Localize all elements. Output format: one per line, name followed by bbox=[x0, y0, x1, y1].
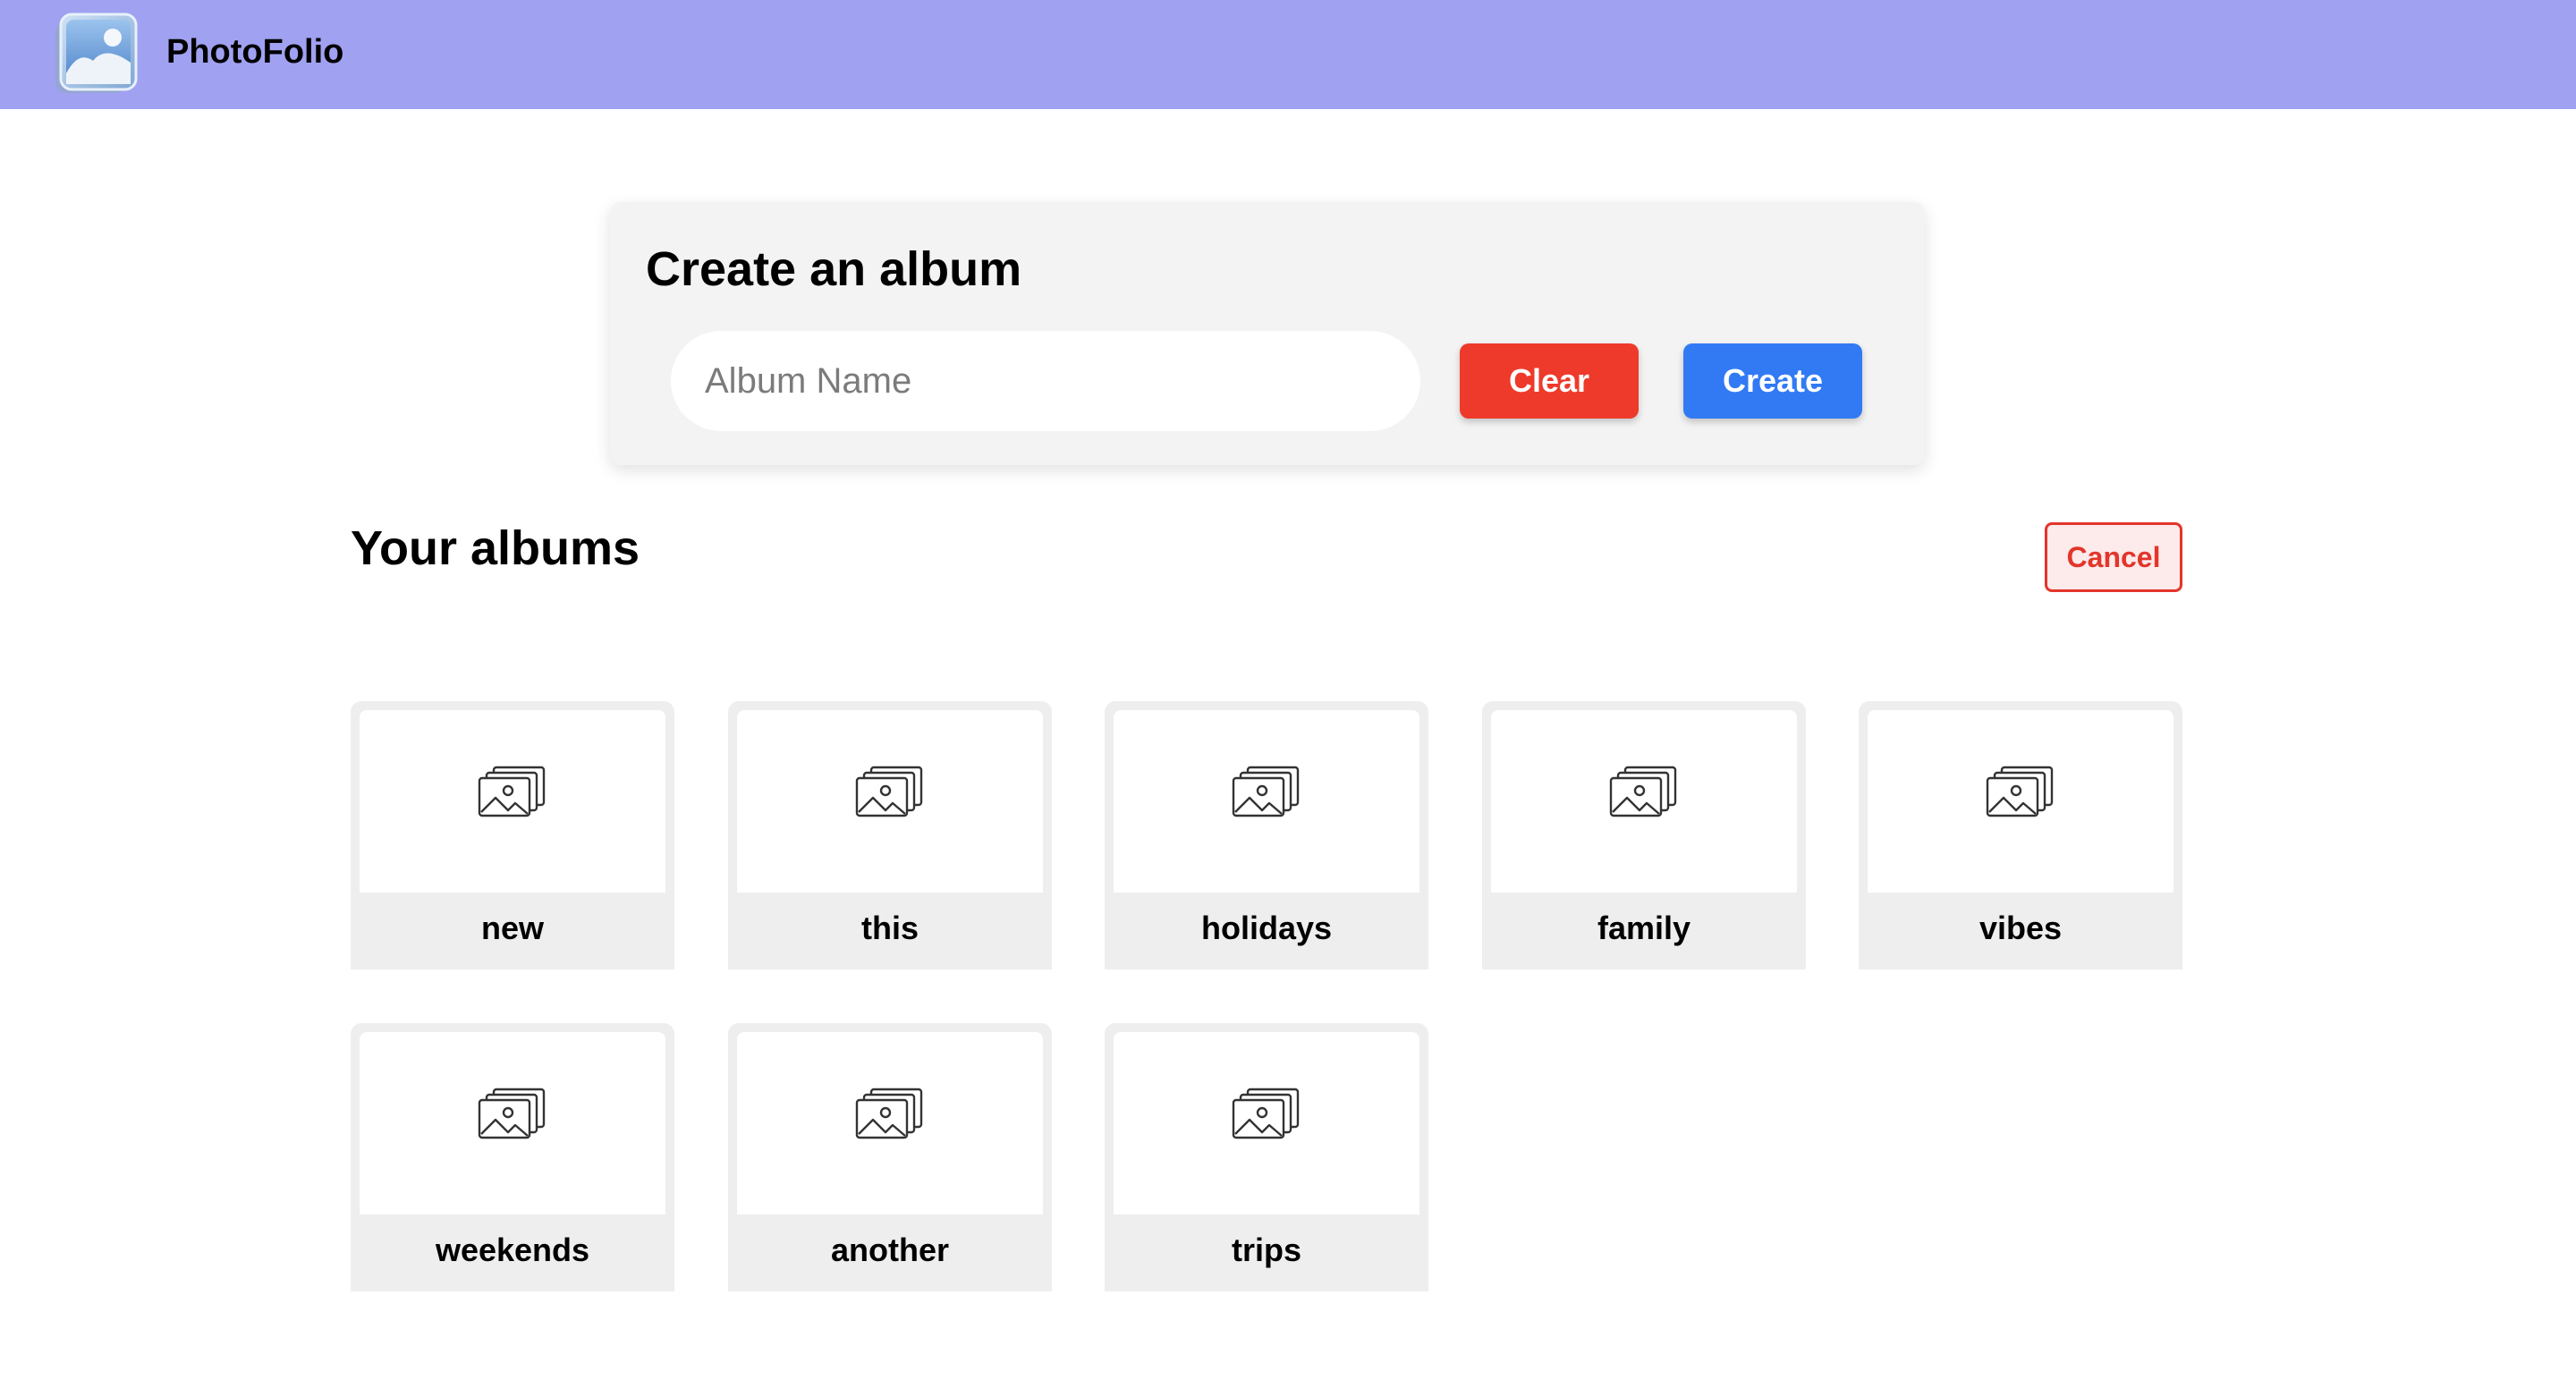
photo-stack-logo-icon[interactable] bbox=[52, 11, 140, 97]
album-name: new bbox=[480, 910, 544, 946]
album-card[interactable]: family bbox=[1482, 701, 1806, 969]
album-thumbnail bbox=[1868, 710, 2174, 893]
album-name: vibes bbox=[1979, 910, 2063, 946]
album-card[interactable]: new bbox=[351, 701, 674, 969]
album-thumbnail bbox=[1114, 710, 1419, 893]
navbar: PhotoFolio bbox=[0, 0, 2576, 109]
images-stack-icon bbox=[1232, 1088, 1301, 1146]
album-card[interactable]: weekends bbox=[351, 1023, 674, 1291]
images-stack-icon bbox=[478, 766, 547, 824]
brand-name[interactable]: PhotoFolio bbox=[166, 0, 343, 109]
create-button[interactable]: Create bbox=[1683, 343, 1862, 419]
images-stack-icon bbox=[1232, 766, 1301, 824]
album-name-input[interactable] bbox=[671, 331, 1420, 431]
album-name: another bbox=[830, 1232, 949, 1268]
album-thumbnail bbox=[360, 710, 665, 893]
images-stack-icon bbox=[1609, 766, 1679, 824]
album-name: weekends bbox=[435, 1232, 590, 1268]
album-name: trips bbox=[1231, 1232, 1301, 1268]
images-stack-icon bbox=[478, 1088, 547, 1146]
album-card[interactable]: vibes bbox=[1859, 701, 2182, 969]
album-thumbnail bbox=[360, 1032, 665, 1215]
album-name: family bbox=[1597, 910, 1691, 946]
create-album-title: Create an album bbox=[646, 242, 1022, 296]
album-name: this bbox=[860, 910, 919, 946]
images-stack-icon bbox=[855, 766, 925, 824]
album-thumbnail bbox=[1491, 710, 1797, 893]
album-thumbnail bbox=[737, 1032, 1043, 1215]
album-name: holidays bbox=[1200, 910, 1333, 946]
album-card[interactable]: this bbox=[728, 701, 1052, 969]
album-card[interactable]: holidays bbox=[1105, 701, 1428, 969]
album-card[interactable]: trips bbox=[1105, 1023, 1428, 1291]
images-stack-icon bbox=[1986, 766, 2055, 824]
create-album-form: Create an album Clear Create bbox=[610, 202, 1925, 465]
album-thumbnail bbox=[737, 710, 1043, 893]
images-stack-icon bbox=[855, 1088, 925, 1146]
album-card[interactable]: another bbox=[728, 1023, 1052, 1291]
cancel-button[interactable]: Cancel bbox=[2045, 522, 2182, 592]
album-thumbnail bbox=[1114, 1032, 1419, 1215]
clear-button[interactable]: Clear bbox=[1460, 343, 1639, 419]
your-albums-title: Your albums bbox=[351, 521, 640, 575]
